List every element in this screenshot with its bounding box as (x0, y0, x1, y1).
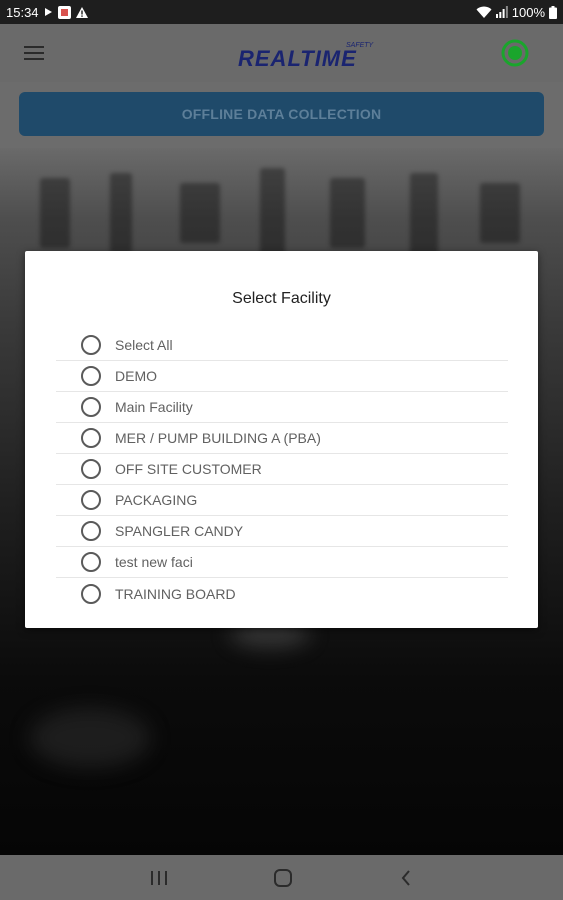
radio-button[interactable] (81, 552, 101, 572)
wifi-icon (476, 6, 492, 18)
hamburger-menu-icon[interactable] (24, 46, 44, 60)
facility-option-select-all[interactable]: Select All (56, 330, 508, 361)
home-icon[interactable] (272, 867, 294, 889)
radio-button[interactable] (81, 521, 101, 541)
system-navigation-bar (0, 855, 563, 900)
facility-option-spangler-candy[interactable]: SPANGLER CANDY (56, 516, 508, 547)
facility-option-main-facility[interactable]: Main Facility (56, 392, 508, 423)
option-label: test new faci (115, 554, 193, 570)
radio-button[interactable] (81, 490, 101, 510)
recents-icon[interactable] (148, 867, 170, 889)
radio-button[interactable] (81, 459, 101, 479)
facility-option-test-new-faci[interactable]: test new faci (56, 547, 508, 578)
svg-text:REALTIME: REALTIME (238, 46, 357, 70)
option-label: OFF SITE CUSTOMER (115, 461, 262, 477)
select-facility-dialog: Select Facility Select All DEMO Main Fac… (25, 251, 538, 628)
app-notification-icon (57, 5, 71, 19)
radio-button[interactable] (81, 366, 101, 386)
play-notification-icon (44, 7, 53, 17)
battery-percent: 100% (511, 4, 545, 20)
facility-options-list: Select All DEMO Main Facility MER / PUMP… (56, 330, 508, 609)
radio-button[interactable] (81, 335, 101, 355)
facility-option-mer-pump-building[interactable]: MER / PUMP BUILDING A (PBA) (56, 423, 508, 454)
realtime-logo: SAFETY REALTIME (238, 38, 388, 71)
radio-button[interactable] (81, 397, 101, 417)
option-label: TRAINING BOARD (115, 585, 236, 602)
offline-data-collection-button[interactable]: OFFLINE DATA COLLECTION (19, 92, 544, 136)
option-label: SPANGLER CANDY (115, 523, 244, 539)
facility-option-off-site-customer[interactable]: OFF SITE CUSTOMER (56, 454, 508, 485)
dialog-title: Select Facility (232, 290, 331, 307)
status-time: 15:34 (6, 4, 39, 20)
option-label: Main Facility (115, 399, 193, 415)
facility-option-packaging[interactable]: PACKAGING (56, 485, 508, 516)
connection-status-icon[interactable] (500, 38, 530, 68)
signal-icon (495, 6, 508, 18)
app-header: SAFETY REALTIME (0, 24, 563, 82)
option-label: MER / PUMP BUILDING A (PBA) (115, 430, 321, 446)
facility-option-demo[interactable]: DEMO (56, 361, 508, 392)
battery-icon (549, 5, 557, 19)
radio-button[interactable] (81, 428, 101, 448)
option-label: DEMO (115, 368, 157, 384)
option-label: PACKAGING (115, 492, 198, 508)
radio-button[interactable] (81, 583, 101, 604)
back-icon[interactable] (395, 867, 417, 889)
warning-icon (75, 6, 88, 18)
facility-option-training-board[interactable]: TRAINING BOARD (56, 578, 508, 609)
status-bar: 15:34 100% (0, 0, 563, 24)
option-label: Select All (115, 337, 173, 353)
